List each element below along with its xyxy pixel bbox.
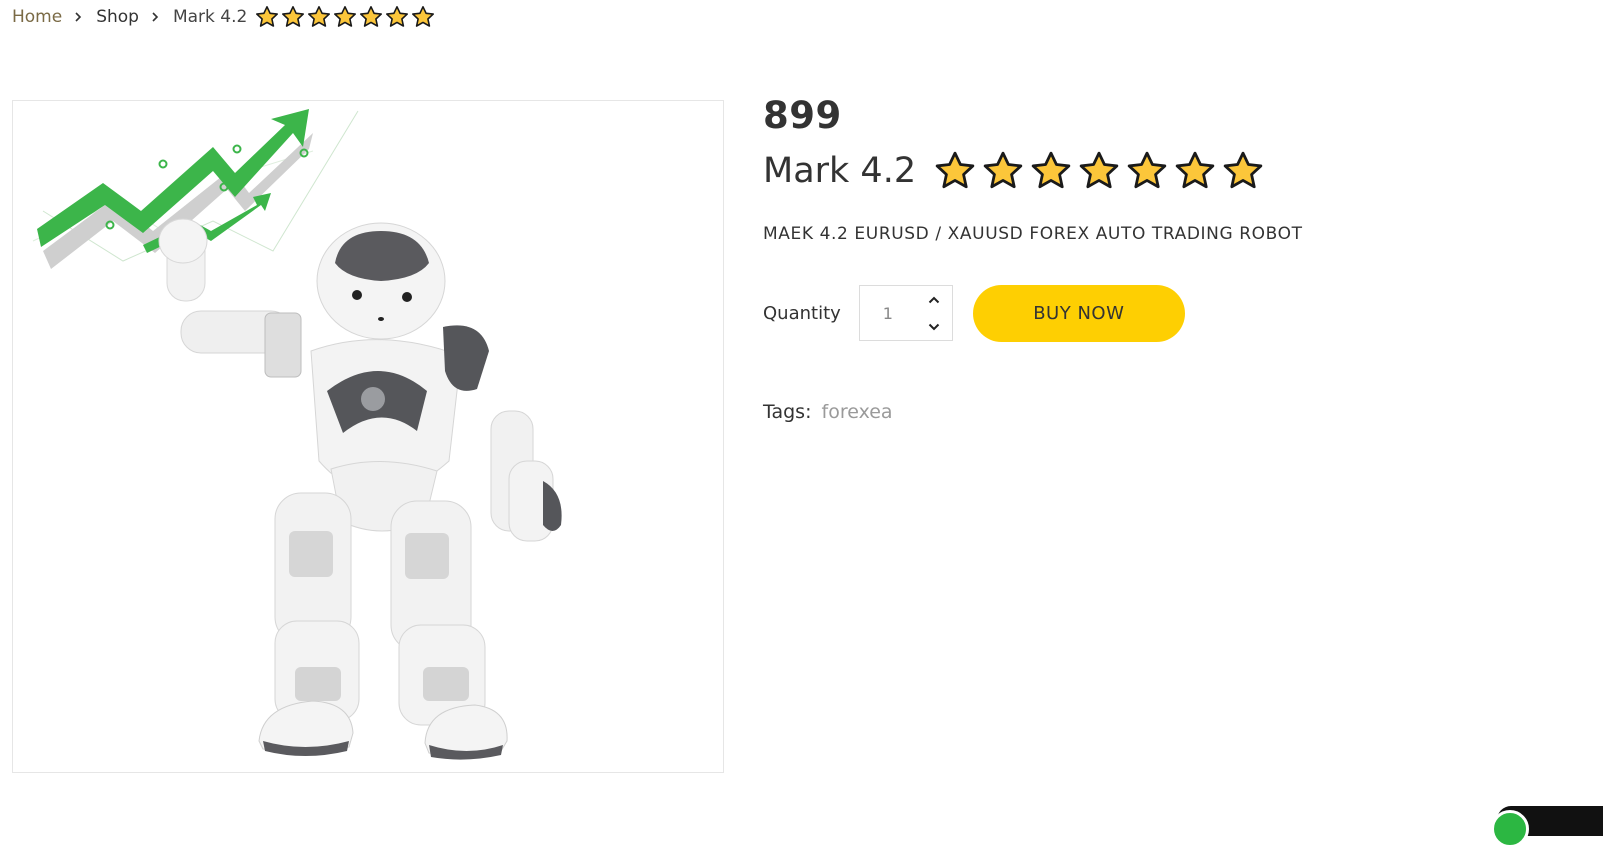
quantity-decrease-button[interactable] [916, 313, 952, 340]
chevron-down-icon [928, 323, 940, 330]
whatsapp-icon [1491, 810, 1529, 848]
product-rating-stars [934, 150, 1264, 192]
chevron-up-icon [928, 296, 940, 303]
breadcrumb: Home Shop Mark 4.2 [12, 3, 435, 31]
breadcrumb-home-link[interactable]: Home [12, 7, 62, 27]
breadcrumb-current: Mark 4.2 [172, 7, 248, 27]
tag-link[interactable]: forexea [822, 401, 893, 423]
product-title: Mark 4.2 [763, 151, 917, 191]
quantity-stepper[interactable] [858, 285, 953, 341]
robot-with-rising-chart-image [32, 109, 562, 760]
star-icon [360, 6, 383, 27]
star-icon [1031, 151, 1071, 189]
chevron-right-icon [152, 12, 159, 22]
breadcrumb-rating-stars [255, 5, 435, 29]
product-tags: Tags: forexea [763, 401, 893, 423]
add-to-cart-form: Quantity BUY NOW [763, 284, 1185, 342]
quantity-increase-button[interactable] [916, 286, 952, 313]
product-summary: 899 Mark 4.2 MAEK 4.2 EURUSD / XAUUSD FO… [763, 92, 1563, 244]
star-icon [935, 151, 975, 189]
star-icon [256, 6, 279, 27]
star-icon [308, 6, 331, 27]
quantity-label: Quantity [763, 302, 841, 324]
quantity-input[interactable] [859, 286, 916, 340]
star-icon [334, 6, 357, 27]
whatsapp-chat-widget[interactable] [1491, 806, 1603, 848]
star-icon [1223, 151, 1263, 189]
tags-label: Tags: [763, 401, 812, 423]
star-icon [983, 151, 1023, 189]
breadcrumb-shop-link[interactable]: Shop [96, 7, 139, 27]
product-price: 899 [763, 94, 842, 137]
star-icon [282, 6, 305, 27]
star-icon [386, 6, 409, 27]
chevron-right-icon [75, 12, 82, 22]
product-short-description: MAEK 4.2 EURUSD / XAUUSD FOREX AUTO TRAD… [763, 224, 1303, 244]
star-icon [412, 6, 435, 27]
star-icon [1175, 151, 1215, 189]
product-image[interactable] [12, 100, 724, 773]
star-icon [1079, 151, 1119, 189]
star-icon [1127, 151, 1167, 189]
buy-now-button[interactable]: BUY NOW [972, 284, 1185, 342]
